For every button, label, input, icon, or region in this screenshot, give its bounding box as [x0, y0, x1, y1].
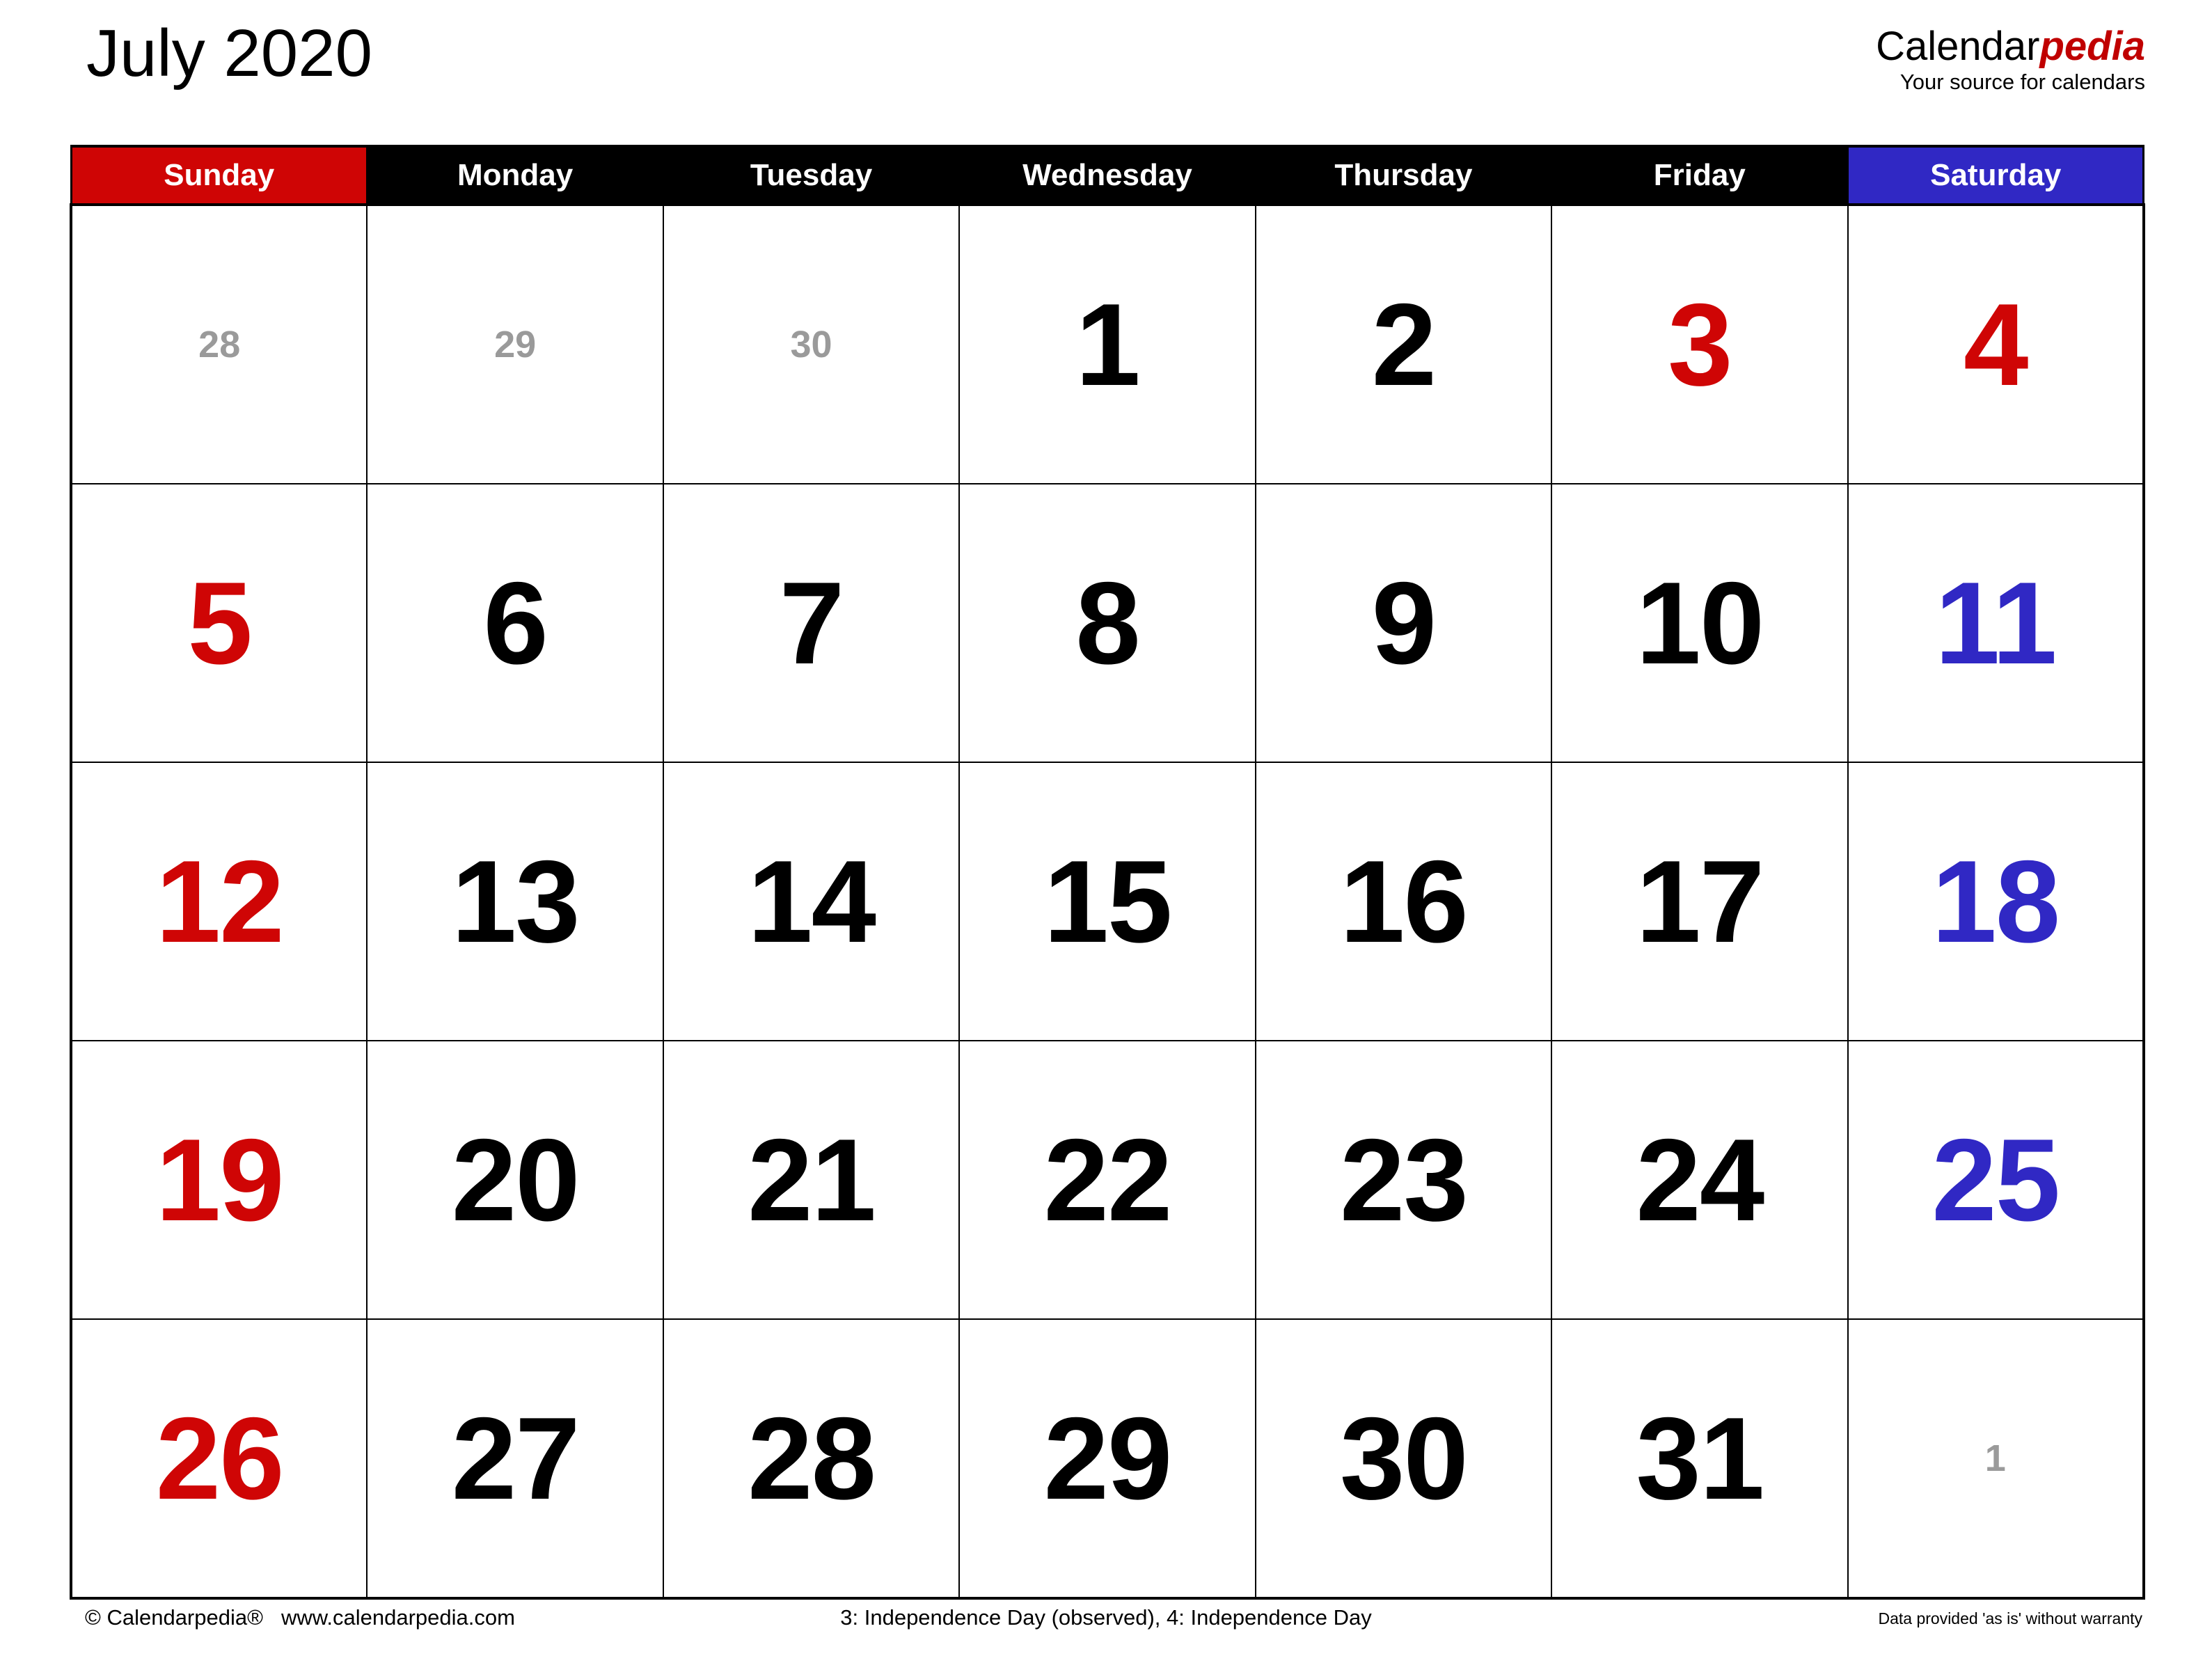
calendar-day-cell[interactable]: 8: [958, 483, 1256, 763]
calendar-day-cell[interactable]: 16: [1254, 762, 1553, 1041]
day-number: 30: [790, 324, 832, 365]
day-number: 7: [779, 558, 844, 688]
day-number: 27: [451, 1393, 580, 1524]
calendar-day-cell[interactable]: 2: [1254, 203, 1553, 484]
calendar-day-cell[interactable]: 10: [1551, 483, 1849, 763]
day-number: 18: [1931, 836, 2060, 967]
calendar-day-cell[interactable]: 27: [366, 1318, 664, 1600]
calendar-day-cell[interactable]: 6: [366, 483, 664, 763]
weekday-header-tuesday: Tuesday: [662, 145, 961, 206]
calendar-day-cell[interactable]: 18: [1847, 762, 2145, 1041]
weekday-header-sunday: Sunday: [70, 145, 368, 206]
calendar-day-cell[interactable]: 7: [662, 483, 961, 763]
brand-tagline: Your source for calendars: [1899, 70, 2145, 94]
calendar-day-cell[interactable]: 30: [1254, 1318, 1553, 1600]
calendar-day-cell[interactable]: 19: [69, 1040, 368, 1320]
day-number: 6: [483, 558, 548, 688]
calendar-day-cell[interactable]: 17: [1551, 762, 1849, 1041]
calendar-day-cell[interactable]: 20: [366, 1040, 664, 1320]
brand-name-accent: pedia: [2039, 24, 2146, 69]
calendar-day-cell[interactable]: 9: [1254, 483, 1553, 763]
disclaimer-text: Data provided 'as is' without warranty: [1878, 1609, 2142, 1627]
day-number: 16: [1339, 836, 1469, 967]
day-number: 22: [1043, 1114, 1173, 1245]
day-number: 23: [1339, 1114, 1469, 1245]
calendar-day-cell[interactable]: 13: [366, 762, 664, 1041]
calendar-day-cell-adjacent[interactable]: 29: [366, 203, 664, 484]
page-footer: © Calendarpedia® www.calendarpedia.com 3:…: [0, 1601, 2212, 1647]
day-number: 9: [1371, 558, 1437, 688]
calendar-week-row: 26 27 28 29 30 31 1: [69, 1318, 2145, 1600]
calendar-day-cell[interactable]: 31: [1551, 1318, 1849, 1600]
day-number: 10: [1636, 558, 1764, 688]
day-number: 28: [198, 324, 241, 365]
day-number: 1: [1075, 279, 1140, 410]
day-number: 12: [155, 836, 285, 967]
calendar-day-cell[interactable]: 4: [1847, 203, 2145, 484]
calendar-grid: Sunday Monday Tuesday Wednesday Thursday Frid…: [69, 145, 2145, 1600]
calendar-day-cell[interactable]: 22: [958, 1040, 1256, 1320]
calendar-day-cell-adjacent[interactable]: 1: [1847, 1318, 2145, 1600]
day-number: 31: [1636, 1393, 1764, 1524]
brand-name-primary: Calendar: [1876, 24, 2040, 69]
calendar-body: 28 29 30 1 2 3 4 5 6 7 8 9 10 11 12 13 14 15 16 17 18 19 20 21 2…: [69, 203, 2145, 1600]
calendar-day-cell[interactable]: 25: [1847, 1040, 2145, 1320]
day-number: 2: [1371, 279, 1437, 410]
calendar-week-row: 12 13 14 15 16 17 18: [69, 762, 2145, 1041]
calendar-day-cell[interactable]: 1: [958, 203, 1256, 484]
day-number: 5: [187, 558, 252, 688]
weekday-header-saturday: Saturday: [1847, 145, 2145, 206]
day-number: 15: [1043, 836, 1173, 967]
day-number: 4: [1964, 279, 2028, 410]
page-header: July 2020 Calendarpedia Your source for …: [0, 0, 2212, 145]
calendar-day-cell[interactable]: 21: [662, 1040, 961, 1320]
calendar-day-cell-adjacent[interactable]: 28: [69, 203, 368, 484]
day-number: 26: [155, 1393, 285, 1524]
day-number: 3: [1668, 279, 1732, 410]
day-number: 1: [1984, 1437, 2006, 1479]
calendar-week-row: 19 20 21 22 23 24 25: [69, 1040, 2145, 1320]
calendar-day-cell[interactable]: 15: [958, 762, 1256, 1041]
weekday-header-wednesday: Wednesday: [958, 145, 1257, 206]
calendar-day-cell[interactable]: 29: [958, 1318, 1256, 1600]
brand-name: Calendarpedia: [1876, 26, 2145, 67]
calendar-day-cell[interactable]: 26: [69, 1318, 368, 1600]
day-number: 25: [1931, 1114, 2060, 1245]
calendar-day-cell[interactable]: 5: [69, 483, 368, 763]
calendar-day-cell[interactable]: 23: [1254, 1040, 1553, 1320]
day-number: 29: [494, 324, 537, 365]
day-number: 24: [1636, 1114, 1764, 1245]
day-number: 19: [155, 1114, 285, 1245]
calendar-week-row: 5 6 7 8 9 10 11: [69, 483, 2145, 763]
day-number: 14: [748, 836, 876, 967]
day-number: 17: [1636, 836, 1764, 967]
calendarpedia-logo[interactable]: Calendarpedia Your source for calendars: [1876, 26, 2145, 93]
page-title: July 2020: [86, 16, 372, 90]
day-number: 20: [451, 1114, 580, 1245]
day-number: 29: [1043, 1393, 1173, 1524]
calendar-day-cell[interactable]: 12: [69, 762, 368, 1041]
calendar-header-row: Sunday Monday Tuesday Wednesday Thursday Frid…: [70, 145, 2145, 206]
calendar-week-row: 28 29 30 1 2 3 4: [69, 203, 2145, 484]
calendar-day-cell[interactable]: 14: [662, 762, 961, 1041]
day-number: 13: [451, 836, 580, 967]
weekday-header-friday: Friday: [1550, 145, 1849, 206]
calendar-day-cell[interactable]: 24: [1551, 1040, 1849, 1320]
weekday-header-thursday: Thursday: [1254, 145, 1553, 206]
calendar-day-cell[interactable]: 28: [662, 1318, 961, 1600]
day-number: 8: [1075, 558, 1140, 688]
calendar-day-cell-adjacent[interactable]: 30: [662, 203, 961, 484]
day-number: 21: [748, 1114, 876, 1245]
weekday-header-monday: Monday: [365, 145, 665, 206]
calendar-day-cell[interactable]: 11: [1847, 483, 2145, 763]
day-number: 28: [748, 1393, 876, 1524]
calendar-day-cell[interactable]: 3: [1551, 203, 1849, 484]
day-number: 11: [1934, 558, 2057, 688]
day-number: 30: [1339, 1393, 1469, 1524]
